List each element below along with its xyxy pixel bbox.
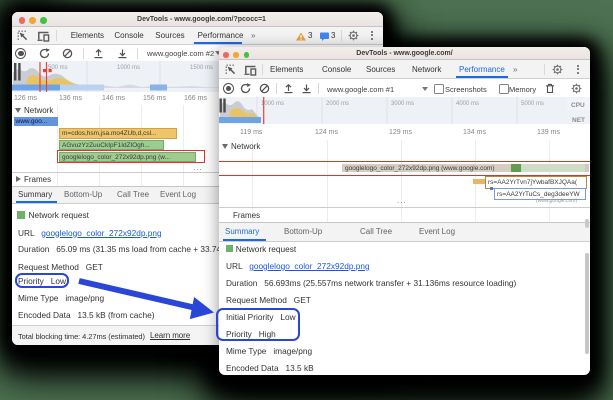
svg-text:5000 ms: 5000 ms xyxy=(521,101,544,107)
svg-text:1000 ms: 1000 ms xyxy=(117,65,140,71)
svg-text:1000 ms: 1000 ms xyxy=(261,101,284,107)
svg-text:1500 ms: 1500 ms xyxy=(190,65,213,71)
svg-text:NET: NET xyxy=(572,117,585,124)
svg-text:3000 ms: 3000 ms xyxy=(391,101,414,107)
svg-text:CPU: CPU xyxy=(571,102,585,109)
svg-text:2000 ms: 2000 ms xyxy=(326,101,349,107)
svg-text:4000 ms: 4000 ms xyxy=(456,101,479,107)
